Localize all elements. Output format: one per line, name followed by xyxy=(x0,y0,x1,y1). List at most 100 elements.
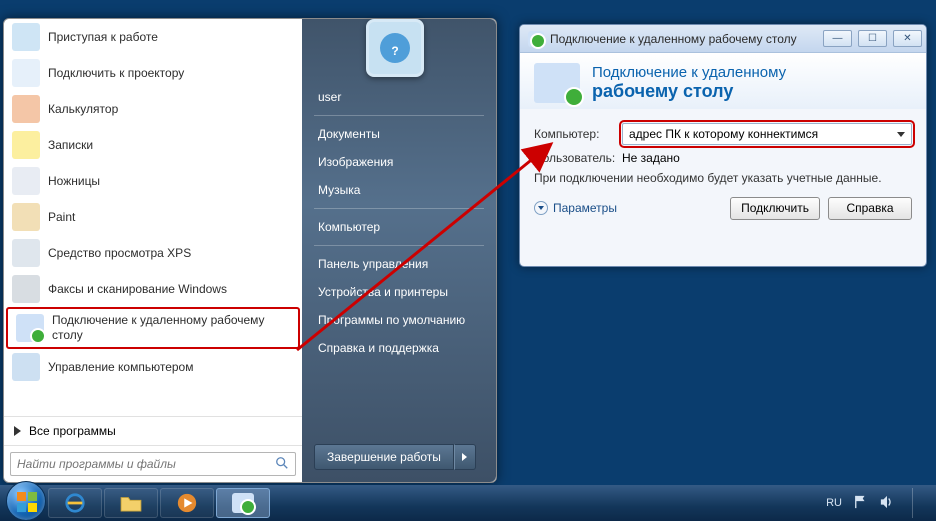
program-item[interactable]: Подключение к удаленному рабочему столу xyxy=(6,307,300,349)
arrow-right-icon xyxy=(14,426,21,436)
minimize-button[interactable]: — xyxy=(823,30,852,47)
right-panel-item[interactable]: user xyxy=(308,83,490,111)
taskbar-item-explorer[interactable] xyxy=(104,488,158,518)
program-icon xyxy=(12,239,40,267)
program-item[interactable]: Управление компьютером xyxy=(4,349,302,385)
chevron-right-icon xyxy=(291,33,296,41)
taskbar-item-media[interactable] xyxy=(160,488,214,518)
start-menu-right-panel: user ДокументыИзображенияМузыка Компьюте… xyxy=(302,19,496,482)
right-panel-item[interactable]: Устройства и принтеры xyxy=(308,278,490,306)
rdp-header: Подключение к удаленному рабочему столу xyxy=(520,53,926,109)
rdp-body: Компьютер: адрес ПК к которому коннектим… xyxy=(520,109,926,230)
right-panel-item[interactable]: Изображения xyxy=(308,148,490,176)
program-item[interactable]: Записки xyxy=(4,127,302,163)
program-icon xyxy=(12,95,40,123)
program-item[interactable]: Приступая к работе xyxy=(4,19,302,55)
program-icon xyxy=(12,167,40,195)
user-label: Пользователь: xyxy=(534,151,614,165)
close-button[interactable]: ✕ xyxy=(893,30,922,47)
chevron-right-icon xyxy=(462,453,467,461)
program-icon xyxy=(12,275,40,303)
program-label: Paint xyxy=(48,210,75,225)
maximize-button[interactable]: ☐ xyxy=(858,30,887,47)
program-item[interactable]: Средство просмотра XPS xyxy=(4,235,302,271)
program-label: Средство просмотра XPS xyxy=(48,246,191,261)
all-programs-button[interactable]: Все программы xyxy=(4,416,302,445)
program-label: Калькулятор xyxy=(48,102,118,117)
program-icon xyxy=(12,353,40,381)
program-icon xyxy=(12,59,40,87)
program-item[interactable]: Факсы и сканирование Windows xyxy=(4,271,302,307)
program-label: Факсы и сканирование Windows xyxy=(48,282,227,297)
program-icon xyxy=(12,131,40,159)
chevron-down-icon xyxy=(897,132,905,137)
svg-text:?: ? xyxy=(391,44,398,58)
rdp-header-text: Подключение к удаленному рабочему столу xyxy=(592,64,786,102)
start-orb[interactable] xyxy=(6,481,46,521)
language-indicator[interactable]: RU xyxy=(826,497,842,509)
shutdown-button[interactable]: Завершение работы xyxy=(314,444,454,470)
start-menu: Приступая к работе Подключить к проектору… xyxy=(3,18,497,483)
rdp-icon xyxy=(528,31,544,47)
taskbar: RU xyxy=(0,485,936,521)
program-label: Приступая к работе xyxy=(48,30,158,45)
program-label: Записки xyxy=(48,138,93,153)
computer-row: Компьютер: адрес ПК к которому коннектим… xyxy=(534,123,912,145)
chevron-down-icon xyxy=(534,201,548,215)
taskbar-item-ie[interactable] xyxy=(48,488,102,518)
program-list: Приступая к работе Подключить к проектору… xyxy=(4,19,302,416)
options-expander[interactable]: Параметры xyxy=(534,201,617,215)
taskbar-item-rdp[interactable] xyxy=(216,488,270,518)
credentials-hint: При подключении необходимо будет указать… xyxy=(534,171,912,187)
connect-button[interactable]: Подключить xyxy=(730,197,820,220)
right-panel-item[interactable]: Программы по умолчанию xyxy=(308,306,490,334)
start-menu-left-panel: Приступая к работе Подключить к проектору… xyxy=(4,19,302,482)
shutdown-row: Завершение работы xyxy=(308,440,490,476)
right-panel-item[interactable]: Компьютер xyxy=(308,213,490,241)
all-programs-label: Все программы xyxy=(29,424,116,438)
rdp-footer: Параметры Подключить Справка xyxy=(534,197,912,220)
right-panel-item[interactable]: Панель управления xyxy=(308,250,490,278)
search-row xyxy=(4,445,302,482)
rdp-dialog: Подключение к удаленному рабочему столу … xyxy=(519,24,927,267)
program-label: Подключение к удаленному рабочему столу xyxy=(52,313,292,343)
user-row: Пользователь: Не задано xyxy=(534,151,912,165)
search-box[interactable] xyxy=(10,452,296,476)
volume-icon[interactable] xyxy=(880,495,894,512)
help-button[interactable]: Справка xyxy=(828,197,912,220)
program-item[interactable]: Paint xyxy=(4,199,302,235)
system-tray: RU xyxy=(826,488,930,518)
window-title: Подключение к удаленному рабочему столу xyxy=(550,32,817,46)
rdp-header-line2: рабочему столу xyxy=(592,81,786,102)
program-item[interactable]: Ножницы xyxy=(4,163,302,199)
program-label: Управление компьютером xyxy=(48,360,193,375)
right-panel-item[interactable]: Документы xyxy=(308,120,490,148)
show-desktop-button[interactable] xyxy=(912,488,924,518)
flag-icon[interactable] xyxy=(854,495,868,512)
program-label: Подключить к проектору xyxy=(48,66,184,81)
computer-label: Компьютер: xyxy=(534,127,614,141)
user-avatar[interactable]: ? xyxy=(366,19,424,77)
search-icon xyxy=(275,456,289,473)
divider xyxy=(314,245,484,246)
title-bar[interactable]: Подключение к удаленному рабочему столу … xyxy=(520,25,926,53)
rdp-header-line1: Подключение к удаленному xyxy=(592,64,786,81)
right-panel-item[interactable]: Справка и поддержка xyxy=(308,334,490,362)
computer-combobox[interactable]: адрес ПК к которому коннектимся xyxy=(622,123,912,145)
program-icon xyxy=(16,314,44,342)
rdp-logo-icon xyxy=(534,63,580,103)
program-label: Ножницы xyxy=(48,174,100,189)
program-icon xyxy=(12,203,40,231)
options-label: Параметры xyxy=(553,201,617,215)
program-icon xyxy=(12,23,40,51)
rdp-icon xyxy=(232,493,254,513)
right-panel-item[interactable]: Музыка xyxy=(308,176,490,204)
program-item[interactable]: Калькулятор xyxy=(4,91,302,127)
search-input[interactable] xyxy=(17,457,275,471)
divider xyxy=(314,115,484,116)
computer-value: адрес ПК к которому коннектимся xyxy=(629,127,818,141)
shutdown-options-button[interactable] xyxy=(454,444,476,470)
divider xyxy=(314,208,484,209)
user-value: Не задано xyxy=(622,151,680,165)
program-item[interactable]: Подключить к проектору xyxy=(4,55,302,91)
